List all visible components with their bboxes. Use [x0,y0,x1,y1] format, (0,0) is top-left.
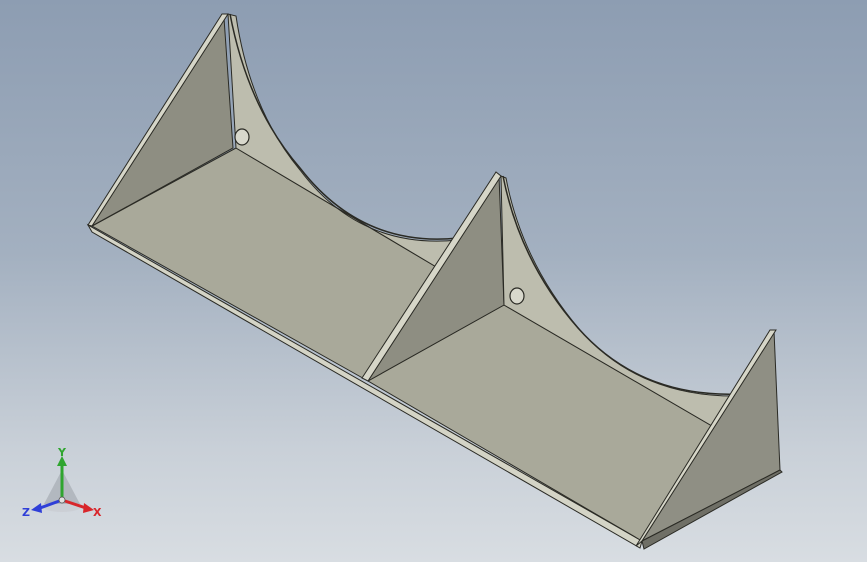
left-mounting-hole[interactable] [234,128,250,146]
right-mounting-hole[interactable] [509,287,525,305]
z-axis-arrow [31,503,42,513]
z-axis-label: Z [22,506,30,519]
x-axis-label: X [93,506,102,519]
graphics-viewport[interactable]: Y X Z [0,0,867,562]
y-axis-label: Y [57,448,67,459]
bracket-model[interactable] [0,0,867,562]
view-triad: Y X Z [22,448,102,519]
